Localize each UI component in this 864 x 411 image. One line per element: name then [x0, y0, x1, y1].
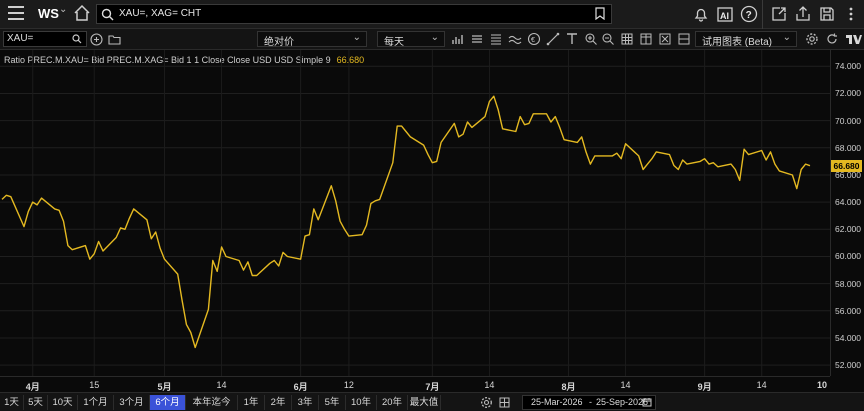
date-separator: - [589, 397, 592, 407]
ric-input-value: XAU= [7, 33, 34, 44]
grid-icon[interactable] [620, 32, 634, 46]
tradingview-logo-icon [846, 35, 862, 44]
y-tick-label: 60.000 [835, 251, 861, 262]
y-tick-label: 68.000 [835, 142, 861, 153]
last-price-label: 66.680 [831, 159, 862, 172]
range-button[interactable]: 1个月 [78, 395, 114, 410]
chart-toolbar: XAU= 绝对价 ⌄ 每天 ⌄ € 试用图表 (Beta) ⌄ [0, 29, 864, 50]
date-from: 25-Mar-2026 [531, 397, 583, 407]
layout-icon[interactable] [677, 32, 691, 46]
trial-chart-dropdown[interactable]: 试用图表 (Beta) ⌄ [695, 31, 797, 48]
price-type-dropdown[interactable]: 绝对价 ⌄ [257, 31, 367, 48]
range-bar: 25-Mar-2026 - 25-Sep-2026 1天 5天 10天 1个月 3个月 6… [0, 392, 864, 411]
bookmark-icon[interactable] [595, 7, 605, 20]
y-tick-label: 74.000 [835, 61, 861, 72]
text-tool-icon[interactable] [565, 32, 579, 46]
folder-icon[interactable] [107, 32, 122, 47]
price-type-label: 绝对价 [264, 37, 294, 48]
x-tick-label: 15 [89, 380, 100, 390]
toolbar-divider [762, 0, 763, 29]
zoom-in-icon[interactable] [584, 32, 598, 46]
ai-assistant-icon[interactable]: AI [716, 5, 734, 23]
zoom-out-icon[interactable] [601, 32, 615, 46]
svg-text:€: € [531, 37, 535, 44]
x-tick-label: 14 [216, 380, 227, 390]
save-icon[interactable] [818, 5, 836, 23]
currency-icon[interactable]: € [527, 32, 541, 46]
menu-icon[interactable] [8, 6, 24, 20]
chart-app: WS ⌄ XAU=, XAG= CHT AI ? XAU= 绝对价 ⌄ 每天 ⌄ [0, 0, 864, 411]
y-tick-label: 62.000 [835, 224, 861, 235]
bell-icon[interactable] [692, 5, 710, 23]
y-tick-label: 56.000 [835, 305, 861, 316]
x-tick-label: 12 [343, 380, 354, 390]
command-bar[interactable]: XAU=, XAG= CHT [96, 4, 612, 24]
refresh-icon[interactable] [825, 32, 839, 46]
chevron-down-icon: ⌄ [430, 32, 439, 43]
data-table-icon[interactable] [639, 32, 653, 46]
y-tick-label: 54.000 [835, 332, 861, 343]
draw-line-icon[interactable] [546, 32, 560, 46]
ric-input[interactable]: XAU= [3, 31, 87, 47]
settings-gear-icon[interactable] [480, 396, 493, 409]
svg-text:?: ? [746, 10, 752, 21]
y-tick-label: 52.000 [835, 360, 861, 371]
x-tick-label: 14 [620, 380, 631, 390]
range-button[interactable]: 2年 [265, 395, 292, 410]
x-tick-label: 14 [756, 380, 767, 390]
date-range-picker[interactable]: 25-Mar-2026 - 25-Sep-2026 [522, 395, 656, 410]
range-button[interactable]: 1天 [0, 395, 24, 410]
x-tick-label: 14 [484, 380, 495, 390]
date-to: 25-Sep-2026 [596, 397, 649, 407]
search-icon[interactable] [72, 34, 82, 44]
range-button[interactable]: 20年 [377, 395, 408, 410]
y-tick-label: 70.000 [835, 115, 861, 126]
y-tick-label: 64.000 [835, 197, 861, 208]
price-axis[interactable]: 74.000 72.000 70.000 68.000 66.000 64.000 62.0… [830, 50, 864, 376]
y-tick-label: 72.000 [835, 88, 861, 99]
range-button[interactable]: 1年 [238, 395, 265, 410]
search-icon [101, 8, 114, 21]
chevron-down-icon: ⌄ [782, 32, 791, 43]
add-series-icon[interactable] [89, 32, 104, 47]
range-button[interactable]: 10年 [346, 395, 377, 410]
interval-label: 每天 [384, 37, 404, 48]
app-brand[interactable]: WS [38, 6, 59, 21]
indicator-icon[interactable] [508, 32, 522, 46]
interval-dropdown[interactable]: 每天 ⌄ [377, 31, 445, 48]
range-button[interactable]: 最大值 [408, 395, 441, 410]
range-button[interactable]: 5年 [319, 395, 346, 410]
help-icon[interactable]: ? [740, 5, 758, 23]
series-line[interactable] [1, 95, 811, 349]
chart-type-icon[interactable] [451, 32, 465, 46]
range-button[interactable]: 10天 [48, 395, 78, 410]
price-chart[interactable] [0, 50, 830, 376]
export-excel-icon[interactable] [658, 32, 672, 46]
svg-text:AI: AI [720, 11, 729, 21]
range-button[interactable]: 3年 [292, 395, 319, 410]
trial-chart-label: 试用图表 (Beta) [702, 37, 773, 48]
settings-gear-icon[interactable] [805, 32, 819, 46]
compare-icon[interactable] [498, 396, 511, 409]
chevron-down-icon: ⌄ [352, 32, 361, 43]
range-button[interactable]: 5天 [24, 395, 48, 410]
range-button[interactable]: 6个月 [150, 395, 186, 410]
table-view-icon[interactable] [489, 32, 503, 46]
command-text: XAU=, XAG= CHT [119, 8, 202, 19]
studies-icon[interactable] [470, 32, 484, 46]
time-axis[interactable]: 4月155月146月127月148月149月1410月 [0, 376, 830, 402]
range-button[interactable]: 本年迄今 [186, 395, 238, 410]
more-options-icon[interactable] [842, 5, 860, 23]
home-icon[interactable] [73, 4, 91, 22]
calendar-icon[interactable] [642, 397, 652, 407]
top-bar: WS ⌄ XAU=, XAG= CHT AI ? [0, 0, 864, 29]
y-tick-label: 58.000 [835, 278, 861, 289]
brand-chevron-down-icon[interactable]: ⌄ [59, 4, 67, 15]
range-button[interactable]: 3个月 [114, 395, 150, 410]
share-icon[interactable] [794, 5, 812, 23]
new-window-icon[interactable] [770, 5, 788, 23]
